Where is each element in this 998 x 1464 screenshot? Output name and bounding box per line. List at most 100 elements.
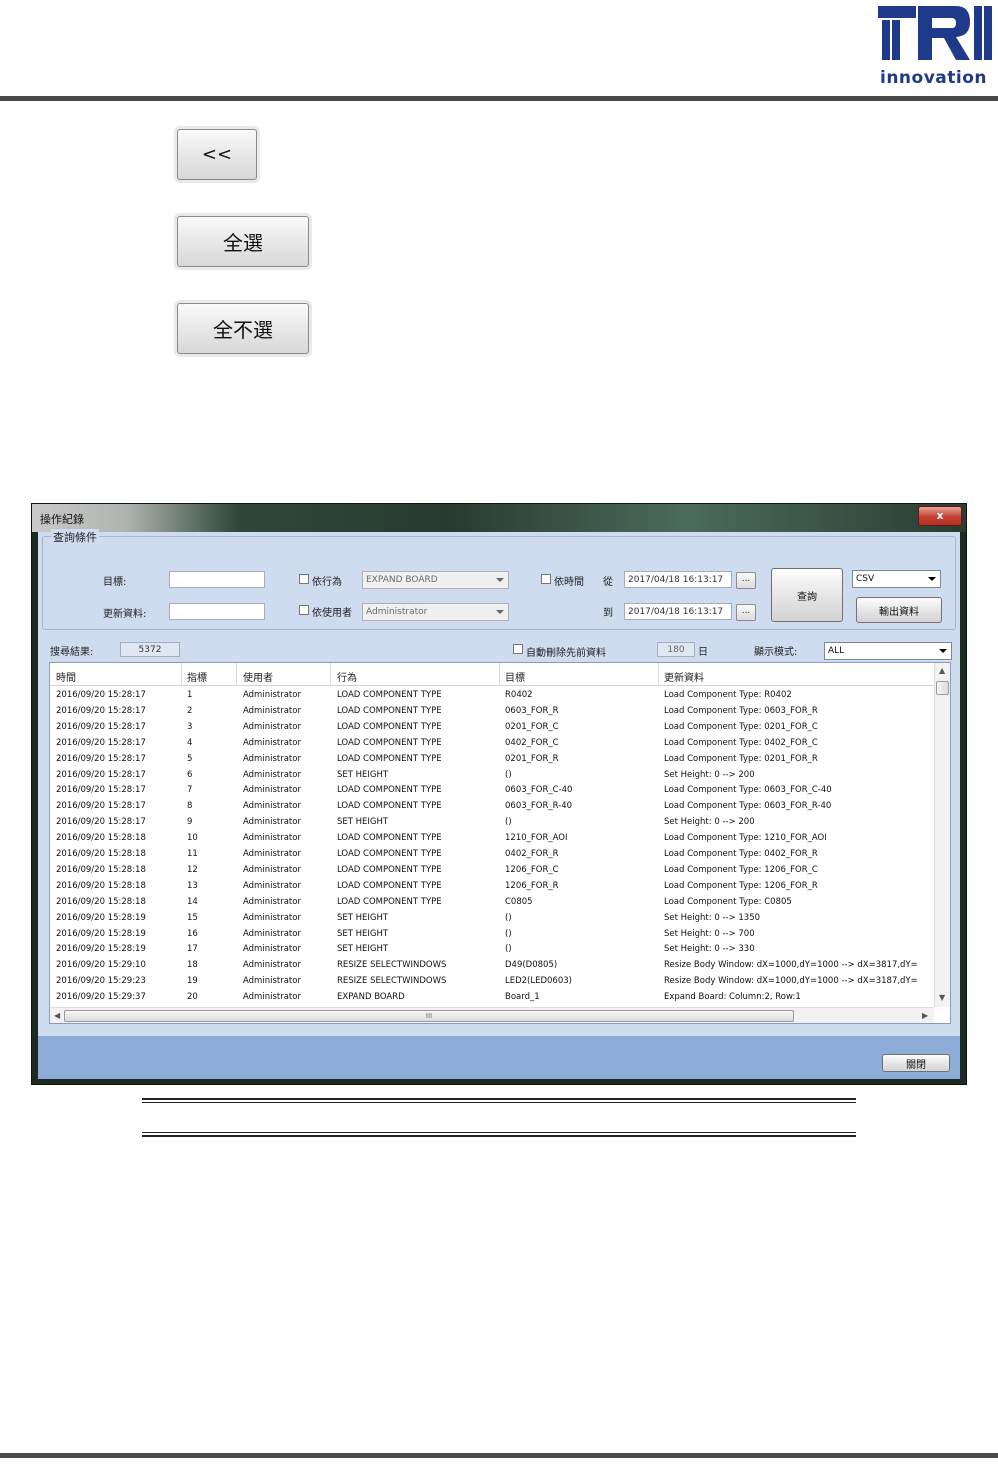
cell-user: Administrator bbox=[243, 864, 301, 875]
log-table[interactable]: 時間 指標 使用者 行為 目標 更新資料 2016/09/20 15:28:17… bbox=[49, 662, 951, 1024]
table-row[interactable]: 2016/09/20 15:28:17 5 Administrator LOAD CO… bbox=[50, 751, 934, 767]
table-row[interactable]: 2016/09/20 15:28:17 3 Administrator LOAD CO… bbox=[50, 719, 934, 735]
table-row[interactable]: 2016/09/20 15:28:17 7 Administrator LOAD CO… bbox=[50, 782, 934, 798]
cell-update-data: Load Component Type: R0402 bbox=[664, 690, 792, 700]
table-row[interactable]: 2016/09/20 15:28:19 16 Administrator SET HE… bbox=[50, 926, 934, 942]
window-close-button[interactable]: x bbox=[918, 506, 962, 526]
column-header-time[interactable]: 時間 bbox=[56, 669, 76, 684]
cell-action: LOAD COMPONENT TYPE bbox=[337, 737, 442, 748]
scroll-left-arrow-icon[interactable]: ◀ bbox=[54, 1011, 60, 1020]
scroll-right-arrow-icon[interactable]: ▶ bbox=[922, 1011, 928, 1020]
display-mode-value: ALL bbox=[828, 646, 845, 656]
display-mode-select[interactable]: ALL bbox=[824, 642, 952, 660]
by-action-label: 依行為 bbox=[312, 577, 342, 588]
cell-index: 15 bbox=[187, 912, 198, 923]
export-data-button[interactable]: 輸出資料 bbox=[856, 597, 942, 623]
caption-rule-bottom bbox=[142, 1135, 856, 1137]
scroll-down-arrow-icon[interactable]: ▼ bbox=[939, 993, 945, 1002]
table-row[interactable]: 2016/09/20 15:28:18 11 Administrator LOAD C… bbox=[50, 846, 934, 862]
cell-time: 2016/09/20 15:28:18 bbox=[56, 833, 146, 844]
cell-time: 2016/09/20 15:28:17 bbox=[56, 801, 146, 812]
cell-index: 20 bbox=[187, 992, 198, 1003]
scroll-up-arrow-icon[interactable]: ▲ bbox=[939, 666, 945, 675]
horizontal-scroll-thumb[interactable]: III bbox=[64, 1010, 794, 1022]
vertical-scroll-thumb[interactable] bbox=[936, 681, 949, 695]
chevron-down-icon bbox=[496, 578, 504, 582]
table-row[interactable]: 2016/09/20 15:28:17 2 Administrator LOAD CO… bbox=[50, 703, 934, 719]
cell-time: 2016/09/20 15:29:23 bbox=[56, 976, 146, 987]
cell-update-data: Load Component Type: 0603_FOR_R-40 bbox=[664, 801, 832, 812]
table-row[interactable]: 2016/09/20 15:29:23 19 Administrator RESIZE… bbox=[50, 973, 934, 989]
column-divider[interactable] bbox=[499, 663, 500, 685]
column-header-user[interactable]: 使用者 bbox=[243, 669, 273, 684]
table-row[interactable]: 2016/09/20 15:28:19 17 Administrator SET HE… bbox=[50, 941, 934, 957]
to-browse-button[interactable]: ... bbox=[736, 604, 756, 621]
cell-index: 8 bbox=[187, 801, 193, 812]
column-header-index[interactable]: 指標 bbox=[187, 669, 207, 684]
cell-action: RESIZE SELECTWINDOWS bbox=[337, 960, 447, 971]
tri-logo-mark bbox=[878, 6, 992, 60]
table-row[interactable]: 2016/09/20 15:28:17 1 Administrator LOAD CO… bbox=[50, 687, 934, 703]
column-header-target[interactable]: 目標 bbox=[505, 669, 525, 684]
cell-update-data: Load Component Type: 0402_FOR_R bbox=[664, 849, 818, 859]
cell-index: 3 bbox=[187, 721, 193, 732]
deselect-all-button[interactable]: 全不選 bbox=[177, 303, 309, 354]
cell-time: 2016/09/20 15:28:19 bbox=[56, 928, 146, 939]
cell-target: 0603_FOR_C-40 bbox=[505, 785, 573, 796]
update-data-label: 更新資料: bbox=[103, 609, 147, 620]
cell-user: Administrator bbox=[243, 912, 301, 923]
table-row[interactable]: 2016/09/20 15:29:10 18 Administrator RESIZE… bbox=[50, 957, 934, 973]
cell-index: 9 bbox=[187, 817, 193, 828]
from-datetime-input[interactable]: 2017/04/18 16:13:17 bbox=[624, 571, 732, 588]
chevron-down-icon bbox=[939, 649, 947, 653]
user-select[interactable]: Administrator bbox=[362, 603, 509, 621]
table-row[interactable]: 2016/09/20 15:28:17 8 Administrator LOAD CO… bbox=[50, 798, 934, 814]
update-data-input[interactable] bbox=[169, 603, 265, 620]
close-button[interactable]: 關閉 bbox=[882, 1054, 950, 1072]
select-all-button[interactable]: 全選 bbox=[177, 216, 309, 267]
by-time-checkbox[interactable] bbox=[541, 574, 551, 584]
table-row[interactable]: 2016/09/20 15:28:17 9 Administrator SET HEI… bbox=[50, 814, 934, 830]
table-row[interactable]: 2016/09/20 15:28:19 15 Administrator SET HE… bbox=[50, 910, 934, 926]
export-format-value: CSV bbox=[856, 574, 875, 584]
table-row[interactable]: 2016/09/20 15:28:17 4 Administrator LOAD CO… bbox=[50, 735, 934, 751]
cell-user: Administrator bbox=[243, 944, 301, 955]
export-format-select[interactable]: CSV bbox=[852, 570, 941, 588]
column-divider[interactable] bbox=[236, 663, 237, 685]
window-titlebar: 操作紀錄 x bbox=[32, 504, 966, 532]
cell-target: 0603_FOR_R bbox=[505, 705, 559, 716]
back-button[interactable]: << bbox=[177, 129, 257, 180]
cell-action: LOAD COMPONENT TYPE bbox=[337, 801, 442, 812]
table-row[interactable]: 2016/09/20 15:28:18 10 Administrator LOAD C… bbox=[50, 830, 934, 846]
vertical-scrollbar[interactable]: ▲ ▼ bbox=[934, 663, 950, 1007]
table-row[interactable]: 2016/09/20 15:28:17 6 Administrator SET HEI… bbox=[50, 767, 934, 783]
cell-target: D49(D0805) bbox=[505, 960, 558, 971]
table-row[interactable]: 2016/09/20 15:28:18 12 Administrator LOAD C… bbox=[50, 862, 934, 878]
cell-target: () bbox=[505, 944, 512, 955]
days-input[interactable]: 180 bbox=[657, 642, 695, 657]
cell-time: 2016/09/20 15:28:18 bbox=[56, 849, 146, 859]
table-row[interactable]: 2016/09/20 15:28:18 13 Administrator LOAD C… bbox=[50, 878, 934, 894]
by-action-checkbox[interactable] bbox=[299, 574, 309, 584]
by-user-checkbox[interactable] bbox=[299, 605, 309, 615]
to-datetime-input[interactable]: 2017/04/18 16:13:17 bbox=[624, 603, 732, 620]
target-label: 目標: bbox=[103, 577, 127, 588]
cell-index: 4 bbox=[187, 737, 193, 748]
column-divider[interactable] bbox=[658, 663, 659, 685]
cell-target: 0201_FOR_C bbox=[505, 721, 559, 732]
cell-update-data: Set Height: 0 --> 200 bbox=[664, 817, 755, 828]
cell-time: 2016/09/20 15:28:17 bbox=[56, 785, 146, 796]
column-divider[interactable] bbox=[330, 663, 331, 685]
action-select[interactable]: EXPAND BOARD bbox=[362, 571, 509, 589]
from-browse-button[interactable]: ... bbox=[736, 572, 756, 589]
table-row[interactable]: 2016/09/20 15:29:37 20 Administrator EXPAND… bbox=[50, 989, 934, 1005]
auto-delete-checkbox[interactable] bbox=[513, 644, 523, 654]
column-header-action[interactable]: 行為 bbox=[337, 669, 357, 684]
cell-action: SET HEIGHT bbox=[337, 928, 389, 939]
target-input[interactable] bbox=[169, 571, 265, 588]
horizontal-scrollbar[interactable]: ◀ III ▶ bbox=[50, 1007, 934, 1023]
column-divider[interactable] bbox=[181, 663, 182, 685]
table-row[interactable]: 2016/09/20 15:28:18 14 Administrator LOAD C… bbox=[50, 894, 934, 910]
column-header-update-data[interactable]: 更新資料 bbox=[664, 669, 704, 684]
query-button[interactable]: 查詢 bbox=[771, 568, 843, 622]
